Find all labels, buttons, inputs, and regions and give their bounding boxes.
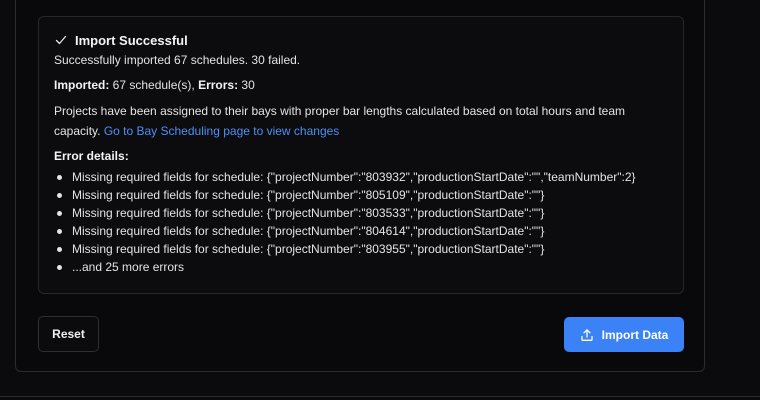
import-counts: Imported: 67 schedule(s), Errors: 30 <box>54 77 668 93</box>
check-icon <box>54 33 68 47</box>
error-item: Missing required fields for schedule: {"… <box>54 204 668 222</box>
errors-label: Errors: <box>198 78 239 92</box>
upload-icon <box>580 328 594 342</box>
imported-value: 67 schedule(s), <box>109 78 199 92</box>
bottom-divider <box>0 396 760 397</box>
info-text: Projects have been assigned to their bay… <box>54 101 670 141</box>
page: Import Successful Successfully imported … <box>0 0 760 400</box>
import-data-button[interactable]: Import Data <box>564 317 684 352</box>
error-item: Missing required fields for schedule: {"… <box>54 222 668 240</box>
reset-button[interactable]: Reset <box>38 316 99 352</box>
alert-header: Import Successful <box>54 32 668 48</box>
error-details-heading: Error details: <box>54 149 129 163</box>
more-errors-item: ...and 25 more errors <box>54 258 668 276</box>
imported-label: Imported: <box>54 78 110 92</box>
error-item: Missing required fields for schedule: {"… <box>54 168 668 186</box>
import-data-label: Import Data <box>601 327 669 342</box>
import-summary: Successfully imported 67 schedules. 30 f… <box>54 53 301 67</box>
alert-title: Import Successful <box>75 32 188 48</box>
error-item: Missing required fields for schedule: {"… <box>54 240 668 258</box>
error-list: Missing required fields for schedule: {"… <box>54 168 668 276</box>
error-item: Missing required fields for schedule: {"… <box>54 186 668 204</box>
errors-value: 30 <box>238 78 255 92</box>
bay-scheduling-link[interactable]: Go to Bay Scheduling page to view change… <box>104 124 340 138</box>
import-result-alert: Import Successful Successfully imported … <box>38 16 684 294</box>
